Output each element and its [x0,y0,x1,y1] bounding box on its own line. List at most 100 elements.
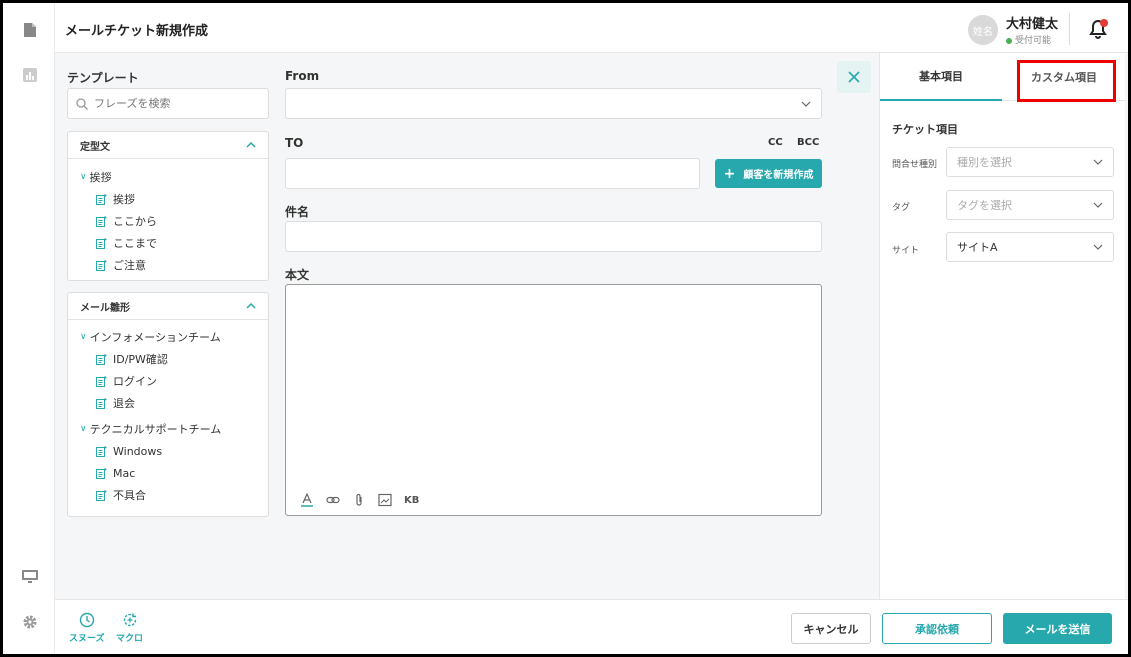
avatar[interactable]: 姓名 [968,15,998,45]
new-customer-button[interactable]: + 顧客を新規作成 [715,159,822,188]
macro-button[interactable]: マクロ [116,612,143,644]
tag-label: タグ [892,203,911,213]
template-item-label: 退会 [113,397,135,410]
template-item[interactable]: Windows [68,440,268,462]
chart-icon[interactable] [21,66,39,84]
template-item[interactable]: ご注意 [68,254,268,276]
template-item[interactable]: 退会 [68,392,268,414]
template-item-label: Windows [113,444,163,458]
group-title: 定型文 [80,141,110,153]
chevron-down-icon [1093,159,1103,165]
template-item-label: ログイン [113,375,157,388]
editor-toolbar: KB [300,493,419,507]
attachment-icon[interactable] [352,493,366,507]
group-header[interactable]: 定型文 [68,132,268,159]
folder-technical-support-team[interactable]: ∨ テクニカルサポートチーム [68,418,268,440]
snooze-button[interactable]: スヌーズ [69,612,105,644]
text-color-icon[interactable] [300,493,314,507]
subject-label: 件名 [285,205,310,219]
tag-placeholder: タグを選択 [957,199,1012,212]
bottom-action-bar: スヌーズ マクロ キャンセル 承認依頼 メールを送信 [55,599,1128,654]
template-group-mail-hinagata: メール雛形 ∨ インフォメーションチーム ID/PW確認 ログイン 退会 ∨ テクニ… [67,292,269,517]
image-icon[interactable] [378,493,392,507]
chevron-down-icon: ∨ [80,332,87,342]
send-email-button[interactable]: メールを送信 [1003,613,1112,644]
chevron-up-icon[interactable] [246,301,256,311]
template-item-label: ここまで [113,237,157,250]
settings-gear-icon[interactable] [21,613,39,631]
cc-link[interactable]: CC [768,137,783,148]
template-item[interactable]: ここまで [68,232,268,254]
inquiry-type-select[interactable]: 種別を選択 [946,147,1114,177]
new-customer-label: 顧客を新規作成 [743,170,814,181]
chevron-down-icon [1093,202,1103,208]
inquiry-type-label: 問合せ種別 [892,160,938,170]
template-doc-icon [96,193,107,205]
user-name: 大村健太 [1006,17,1059,32]
template-item-label: 不具合 [113,489,146,502]
site-select[interactable]: サイトA [946,232,1114,262]
plus-icon: + [723,165,736,182]
kb-button[interactable]: KB [404,495,419,506]
document-icon[interactable] [21,21,39,39]
folder-label: テクニカルサポートチーム [89,423,222,436]
subject-input[interactable] [285,221,822,252]
monitor-icon[interactable] [21,568,39,586]
chevron-down-icon: ∨ [80,172,87,182]
template-doc-icon [96,375,107,387]
inquiry-type-placeholder: 種別を選択 [957,156,1012,169]
header-divider [1069,13,1070,45]
macro-label: マクロ [116,634,144,644]
tag-select[interactable]: タグを選択 [946,190,1114,220]
folder-label: 挨拶 [89,171,112,184]
template-item[interactable]: ここから [68,210,268,232]
clock-icon [79,612,94,628]
template-doc-icon [96,353,107,365]
status-dot-icon [1006,37,1012,44]
template-item-label: ID/PW確認 [113,353,168,366]
from-label: From [285,69,320,83]
folder-aisatsu[interactable]: ∨ 挨拶 [68,166,268,188]
template-item[interactable]: ログイン [68,370,268,392]
tab-basic-items[interactable]: 基本項目 [880,53,1002,101]
template-doc-icon [96,467,107,479]
folder-label: インフォメーションチーム [89,331,221,344]
chevron-down-icon [801,101,811,107]
template-item[interactable]: 挨拶 [68,188,268,210]
to-input[interactable] [285,158,700,189]
from-select[interactable] [285,88,822,119]
bcc-link[interactable]: BCC [797,137,819,148]
approval-request-button[interactable]: 承認依頼 [882,613,992,644]
body-editor[interactable]: KB [285,284,822,516]
chevron-up-icon[interactable] [246,140,256,150]
group-header[interactable]: メール雛形 [68,293,268,320]
template-item-label: 挨拶 [113,193,135,206]
notification-bell-icon[interactable] [1088,18,1110,40]
page-title: メールチケット新規作成 [65,24,209,39]
chevron-down-icon: ∨ [80,424,87,434]
folder-information-team[interactable]: ∨ インフォメーションチーム [68,326,268,348]
template-search[interactable] [67,88,269,119]
close-panel-button[interactable] [837,61,871,93]
template-item-label: ここから [113,215,157,228]
template-doc-icon [96,445,107,457]
to-label: TO [285,136,304,150]
search-icon [76,97,88,110]
template-item-label: ご注意 [113,259,146,272]
template-item[interactable]: ID/PW確認 [68,348,268,370]
template-doc-icon [96,397,107,409]
body-label: 本文 [285,268,310,282]
macro-refresh-icon [123,613,136,627]
site-value: サイトA [957,241,998,254]
template-item[interactable]: Mac [68,462,268,484]
ticket-side-panel: 基本項目 カスタム項目 チケット項目 問合せ種別 種別を選択 タグ タグを選択 … [879,53,1126,599]
link-icon[interactable] [326,493,340,507]
app-window: メールチケット新規作成 姓名 大村健太 受付可能 テンプレート 定型文 ∨挨拶 … [3,3,1128,654]
template-title: テンプレート [67,71,139,85]
template-doc-icon [96,237,107,249]
template-item[interactable]: 不具合 [68,484,268,506]
template-search-input[interactable] [94,97,254,110]
cancel-button[interactable]: キャンセル [791,613,871,644]
chevron-down-icon [1093,244,1103,250]
site-label: サイト [892,246,920,256]
